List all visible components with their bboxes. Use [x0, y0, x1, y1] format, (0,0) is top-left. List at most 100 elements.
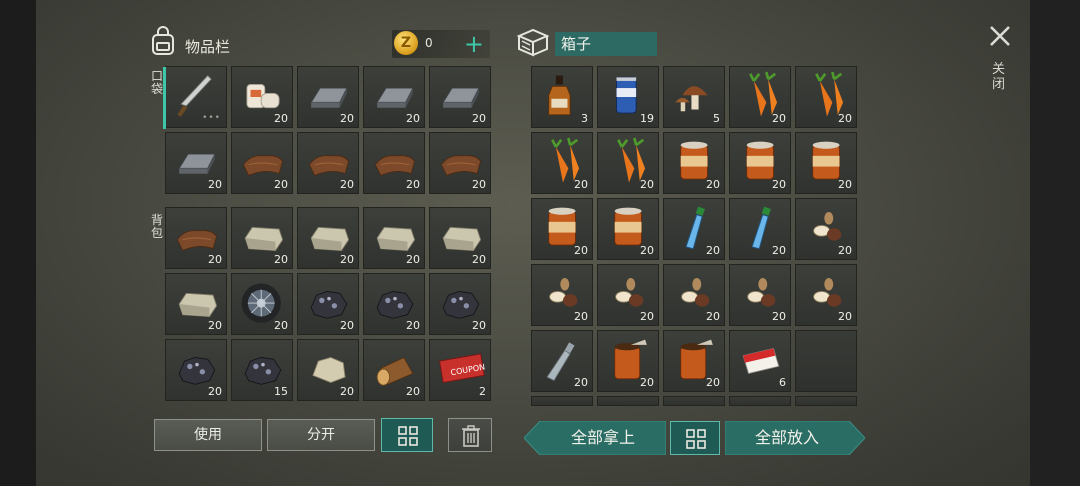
item-count: 20 [838, 178, 852, 191]
grid-icon [686, 429, 706, 449]
slot-cigarettes[interactable]: 6 [729, 330, 791, 392]
item-count: 20 [406, 112, 420, 125]
slot-carrot[interactable]: 20 [795, 66, 857, 128]
sort-grid-button[interactable] [381, 418, 433, 452]
slot-leather[interactable]: 20 [363, 132, 425, 194]
slot-iron-ingot[interactable]: 20 [165, 132, 227, 194]
item-count: 20 [574, 376, 588, 389]
item-count: 20 [706, 310, 720, 323]
item-count: 20 [406, 319, 420, 332]
slot-stone[interactable]: 20 [297, 339, 359, 401]
slot-leather[interactable]: 20 [231, 132, 293, 194]
slot-water-bottle[interactable]: 20 [663, 198, 725, 260]
slot-leather[interactable]: 20 [429, 132, 491, 194]
take-all-button[interactable]: 全部拿上 [540, 422, 666, 454]
slot-stone-block[interactable]: 20 [297, 207, 359, 269]
slot-carrot[interactable]: 20 [531, 132, 593, 194]
slot-empty[interactable] [795, 330, 857, 392]
slot-iron-ingot[interactable]: 20 [429, 66, 491, 128]
slot-nuts[interactable]: 20 [663, 264, 725, 326]
slot-empty-bottle[interactable]: 20 [531, 330, 593, 392]
slot-coal-ore[interactable]: 20 [297, 273, 359, 335]
item-count: 20 [208, 385, 222, 398]
slot-iron-ingot[interactable]: 20 [363, 66, 425, 128]
slot-coal-ore[interactable]: 20 [429, 273, 491, 335]
split-button[interactable]: 分开 [267, 419, 375, 451]
slot-coal-ore[interactable]: 15 [231, 339, 293, 401]
slot-partial [531, 396, 593, 406]
put-all-button[interactable]: 全部放入 [725, 422, 849, 454]
item-count: 20 [274, 319, 288, 332]
item-count: 20 [706, 178, 720, 191]
slot-canned-food[interactable]: 20 [597, 198, 659, 260]
item-count: 20 [838, 244, 852, 257]
slot-iron-ingot[interactable]: 20 [297, 66, 359, 128]
slot-wood-log[interactable]: 20 [363, 339, 425, 401]
close-icon[interactable] [986, 22, 1014, 50]
slot-whiskey[interactable]: 3 [531, 66, 593, 128]
slot-nuts[interactable]: 20 [531, 264, 593, 326]
item-count: 20 [574, 310, 588, 323]
slot-stone-block[interactable]: 20 [231, 207, 293, 269]
slot-tire[interactable]: 20 [231, 273, 293, 335]
item-count: 20 [838, 112, 852, 125]
slot-water-bottle[interactable]: 20 [729, 198, 791, 260]
item-count: 20 [640, 178, 654, 191]
item-count: 20 [340, 112, 354, 125]
slot-stone-block[interactable]: 20 [363, 207, 425, 269]
item-count: 20 [640, 376, 654, 389]
slot-coal-ore[interactable]: 20 [165, 339, 227, 401]
slot-carrot[interactable]: 20 [597, 132, 659, 194]
item-count: 20 [772, 244, 786, 257]
slot-canned-food[interactable]: 20 [795, 132, 857, 194]
use-button[interactable]: 使用 [154, 419, 262, 451]
slot-canned-food[interactable]: 20 [531, 198, 593, 260]
slot-nuts[interactable]: 20 [729, 264, 791, 326]
slot-stone-block[interactable]: 20 [165, 273, 227, 335]
item-count: 20 [472, 319, 486, 332]
slot-bandage[interactable]: 20 [231, 66, 293, 128]
item-count: 20 [472, 253, 486, 266]
item-count: 20 [340, 178, 354, 191]
slot-partial [729, 396, 791, 406]
slot-open-can[interactable]: 20 [663, 330, 725, 392]
item-count: 20 [472, 178, 486, 191]
side-shade [1030, 0, 1080, 486]
slot-mushroom[interactable]: 5 [663, 66, 725, 128]
inventory-title: 物品栏 [185, 38, 231, 56]
item-count: 20 [274, 253, 288, 266]
backpack-label: 背包 [150, 213, 163, 240]
close-label[interactable]: 关闭 [992, 62, 1006, 92]
slot-machete[interactable]: ••• [163, 66, 227, 129]
item-count: 19 [640, 112, 654, 125]
slot-stone-block[interactable]: 20 [429, 207, 491, 269]
backpack-icon [152, 26, 174, 55]
slot-coal-ore[interactable]: 20 [363, 273, 425, 335]
box-sort-grid-button[interactable] [670, 421, 720, 455]
slot-nuts[interactable]: 20 [795, 264, 857, 326]
coin-value: 0 [425, 36, 433, 50]
item-count: 3 [581, 112, 588, 125]
pocket-label: 口袋 [150, 69, 163, 96]
selected-indicator [163, 67, 166, 129]
item-count: 20 [340, 253, 354, 266]
slot-open-can[interactable]: 20 [597, 330, 659, 392]
slot-canned-food[interactable]: 20 [729, 132, 791, 194]
item-count: 20 [406, 178, 420, 191]
item-count: 20 [574, 178, 588, 191]
slot-nuts[interactable]: 20 [795, 198, 857, 260]
slot-leather[interactable]: 20 [297, 132, 359, 194]
item-count: 20 [274, 178, 288, 191]
slot-partial [663, 396, 725, 406]
slot-canned-food[interactable]: 20 [663, 132, 725, 194]
slot-carrot[interactable]: 20 [729, 66, 791, 128]
item-count: 20 [640, 310, 654, 323]
slot-leather[interactable]: 20 [165, 207, 227, 269]
trash-button[interactable] [448, 418, 492, 452]
item-count: 20 [772, 112, 786, 125]
slot-coupon[interactable]: COUPON 2 [429, 339, 491, 401]
slot-nuts[interactable]: 20 [597, 264, 659, 326]
plus-icon[interactable]: + [464, 30, 484, 58]
slot-soda-can[interactable]: 19 [597, 66, 659, 128]
item-count: 20 [574, 244, 588, 257]
